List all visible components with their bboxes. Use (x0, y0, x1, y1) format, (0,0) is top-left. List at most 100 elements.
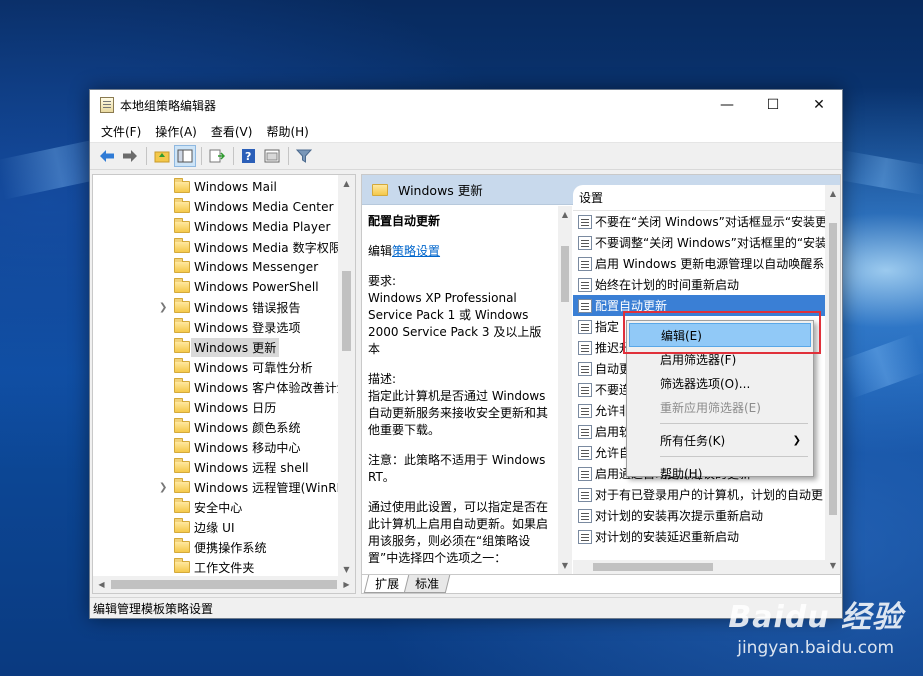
properties-view-button[interactable] (261, 145, 283, 167)
chevron-right-icon[interactable]: ❯ (159, 482, 171, 493)
policy-setting-icon (578, 466, 592, 481)
scroll-up-icon[interactable]: ▲ (558, 206, 572, 223)
setting-row[interactable]: 不要在“关闭 Windows”对话框显示“安装更 (573, 211, 825, 232)
policy-settings-link[interactable]: 策略设置 (392, 244, 440, 258)
tree-item[interactable]: 边缘 UI (93, 517, 341, 537)
details-header-title: Windows 更新 (398, 183, 483, 198)
tree-vertical-scrollbar[interactable]: ▲ ▼ (338, 175, 355, 578)
tree-item[interactable]: Windows Media Center (93, 197, 341, 217)
tree-item[interactable]: 便携操作系统 (93, 537, 341, 557)
menu-item-enable-filter[interactable]: 启用筛选器(F) (629, 347, 811, 371)
scroll-thumb[interactable] (342, 271, 351, 351)
tree-item[interactable]: Windows PowerShell (93, 277, 341, 297)
wallpaper-beam (838, 333, 923, 399)
scroll-right-icon[interactable]: ▶ (338, 576, 355, 593)
tree-item-label: Windows Media Center (194, 200, 334, 214)
setting-label: 对计划的安装再次提示重新启动 (595, 509, 764, 523)
scroll-thumb[interactable] (111, 580, 337, 589)
setting-row-configure-auto-update[interactable]: 配置自动更新 (573, 295, 825, 316)
tree-item[interactable]: ❯ Windows 错误报告 (93, 297, 341, 317)
scroll-up-icon[interactable]: ▲ (825, 185, 840, 202)
scroll-down-icon[interactable]: ▼ (825, 557, 840, 574)
scroll-thumb[interactable] (829, 223, 837, 515)
tree-horizontal-scrollbar[interactable]: ◀ ▶ (93, 576, 355, 593)
chevron-right-icon[interactable]: ❯ (159, 302, 171, 313)
maximize-button[interactable]: ☐ (750, 90, 796, 120)
scroll-thumb[interactable] (561, 246, 569, 302)
filter-button[interactable] (293, 145, 315, 167)
menu-item-edit[interactable]: 编辑(E) (629, 323, 811, 347)
properties-icon (264, 149, 280, 163)
folder-icon (174, 218, 190, 233)
menu-view[interactable]: 查看(V) (204, 123, 260, 140)
menu-help[interactable]: 帮助(H) (259, 123, 315, 140)
description-scrollbar[interactable]: ▲ ▼ (558, 206, 572, 574)
forward-button[interactable] (119, 145, 141, 167)
policy-setting-icon (578, 361, 592, 376)
settings-column-header[interactable]: 设置 (573, 185, 840, 211)
help-icon: ? (242, 149, 255, 163)
tree-item[interactable]: Windows 移动中心 (93, 437, 341, 457)
help-button[interactable]: ? (238, 145, 260, 167)
scroll-left-icon[interactable]: ◀ (93, 576, 110, 593)
up-folder-button[interactable] (151, 145, 173, 167)
folder-open-icon (174, 338, 190, 353)
menu-file[interactable]: 文件(F) (94, 123, 148, 140)
tree-item[interactable]: ❯ Windows 远程管理(WinRM) (93, 477, 341, 497)
folder-icon (174, 198, 190, 213)
description-text: 指定此计算机是否通过 Windows 自动更新服务来接收安全更新和其他重要下载。 (368, 389, 549, 437)
toolbar-separator (233, 147, 234, 165)
tree-item[interactable]: Windows 远程 shell (93, 457, 341, 477)
policy-setting-icon (578, 529, 592, 544)
minimize-button[interactable]: — (704, 90, 750, 120)
setting-row[interactable]: 不要调整“关闭 Windows”对话框里的“安装 (573, 232, 825, 253)
tree-item-label: Windows 错误报告 (194, 300, 301, 315)
tree-item[interactable]: Windows Mail (93, 177, 341, 197)
tree-item-windows-update[interactable]: Windows 更新 (93, 337, 341, 357)
folder-icon (174, 458, 190, 473)
setting-row[interactable]: 对计划的安装再次提示重新启动 (573, 505, 825, 526)
settings-vertical-scrollbar[interactable]: ▲ ▼ (825, 185, 840, 574)
tree-item[interactable]: 工作文件夹 (93, 557, 341, 577)
tree-item[interactable]: Windows 颜色系统 (93, 417, 341, 437)
scroll-up-icon[interactable]: ▲ (338, 175, 355, 192)
folder-icon (174, 558, 190, 573)
gpedit-app-icon (100, 97, 114, 113)
tree-item-label: Windows 更新 (191, 337, 280, 357)
tab-standard[interactable]: 标准 (403, 575, 451, 593)
settings-horizontal-scrollbar[interactable] (573, 560, 825, 574)
tree-item[interactable]: Windows Messenger (93, 257, 341, 277)
title-bar[interactable]: 本地组策略编辑器 — ☐ ✕ (90, 90, 842, 120)
tree-item[interactable]: Windows 登录选项 (93, 317, 341, 337)
setting-row[interactable]: 始终在计划的时间重新启动 (573, 274, 825, 295)
tree-item[interactable]: Windows 日历 (93, 397, 341, 417)
tree-item[interactable]: Windows 可靠性分析 (93, 357, 341, 377)
toolbar-separator (288, 147, 289, 165)
setting-row[interactable]: 对计划的安装延迟重新启动 (573, 526, 825, 547)
menu-action[interactable]: 操作(A) (148, 123, 204, 140)
tab-label: 扩展 (375, 577, 400, 591)
console-tree-icon (177, 149, 193, 163)
tree-item[interactable]: Windows Media Player (93, 217, 341, 237)
policy-setting-icon (578, 340, 592, 355)
back-button[interactable] (96, 145, 118, 167)
policy-setting-icon (578, 298, 592, 313)
export-list-button[interactable] (206, 145, 228, 167)
folder-icon (174, 318, 190, 333)
tree-item[interactable]: 安全中心 (93, 497, 341, 517)
scroll-thumb[interactable] (593, 563, 713, 571)
close-button[interactable]: ✕ (796, 90, 842, 120)
scroll-down-icon[interactable]: ▼ (558, 557, 572, 574)
menu-separator (660, 423, 808, 424)
setting-row[interactable]: 对于有已登录用户的计算机，计划的自动更 (573, 484, 825, 505)
menu-item-filter-options[interactable]: 筛选器选项(O)... (629, 371, 811, 395)
baidu-jingyan-watermark: Baidu 经验 jingyan.baidu.com (728, 592, 903, 658)
policy-setting-icon (578, 235, 592, 250)
tree-item-label: Windows 客户体验改善计划 (194, 380, 341, 395)
tree-item[interactable]: Windows 客户体验改善计划 (93, 377, 341, 397)
menu-item-help[interactable]: 帮助(H) (629, 461, 811, 485)
menu-item-all-tasks[interactable]: 所有任务(K) ❯ (629, 428, 811, 452)
show-hide-tree-button[interactable] (174, 145, 196, 167)
setting-row[interactable]: 启用 Windows 更新电源管理以自动唤醒系 (573, 253, 825, 274)
tree-item[interactable]: Windows Media 数字权限 (93, 237, 341, 257)
